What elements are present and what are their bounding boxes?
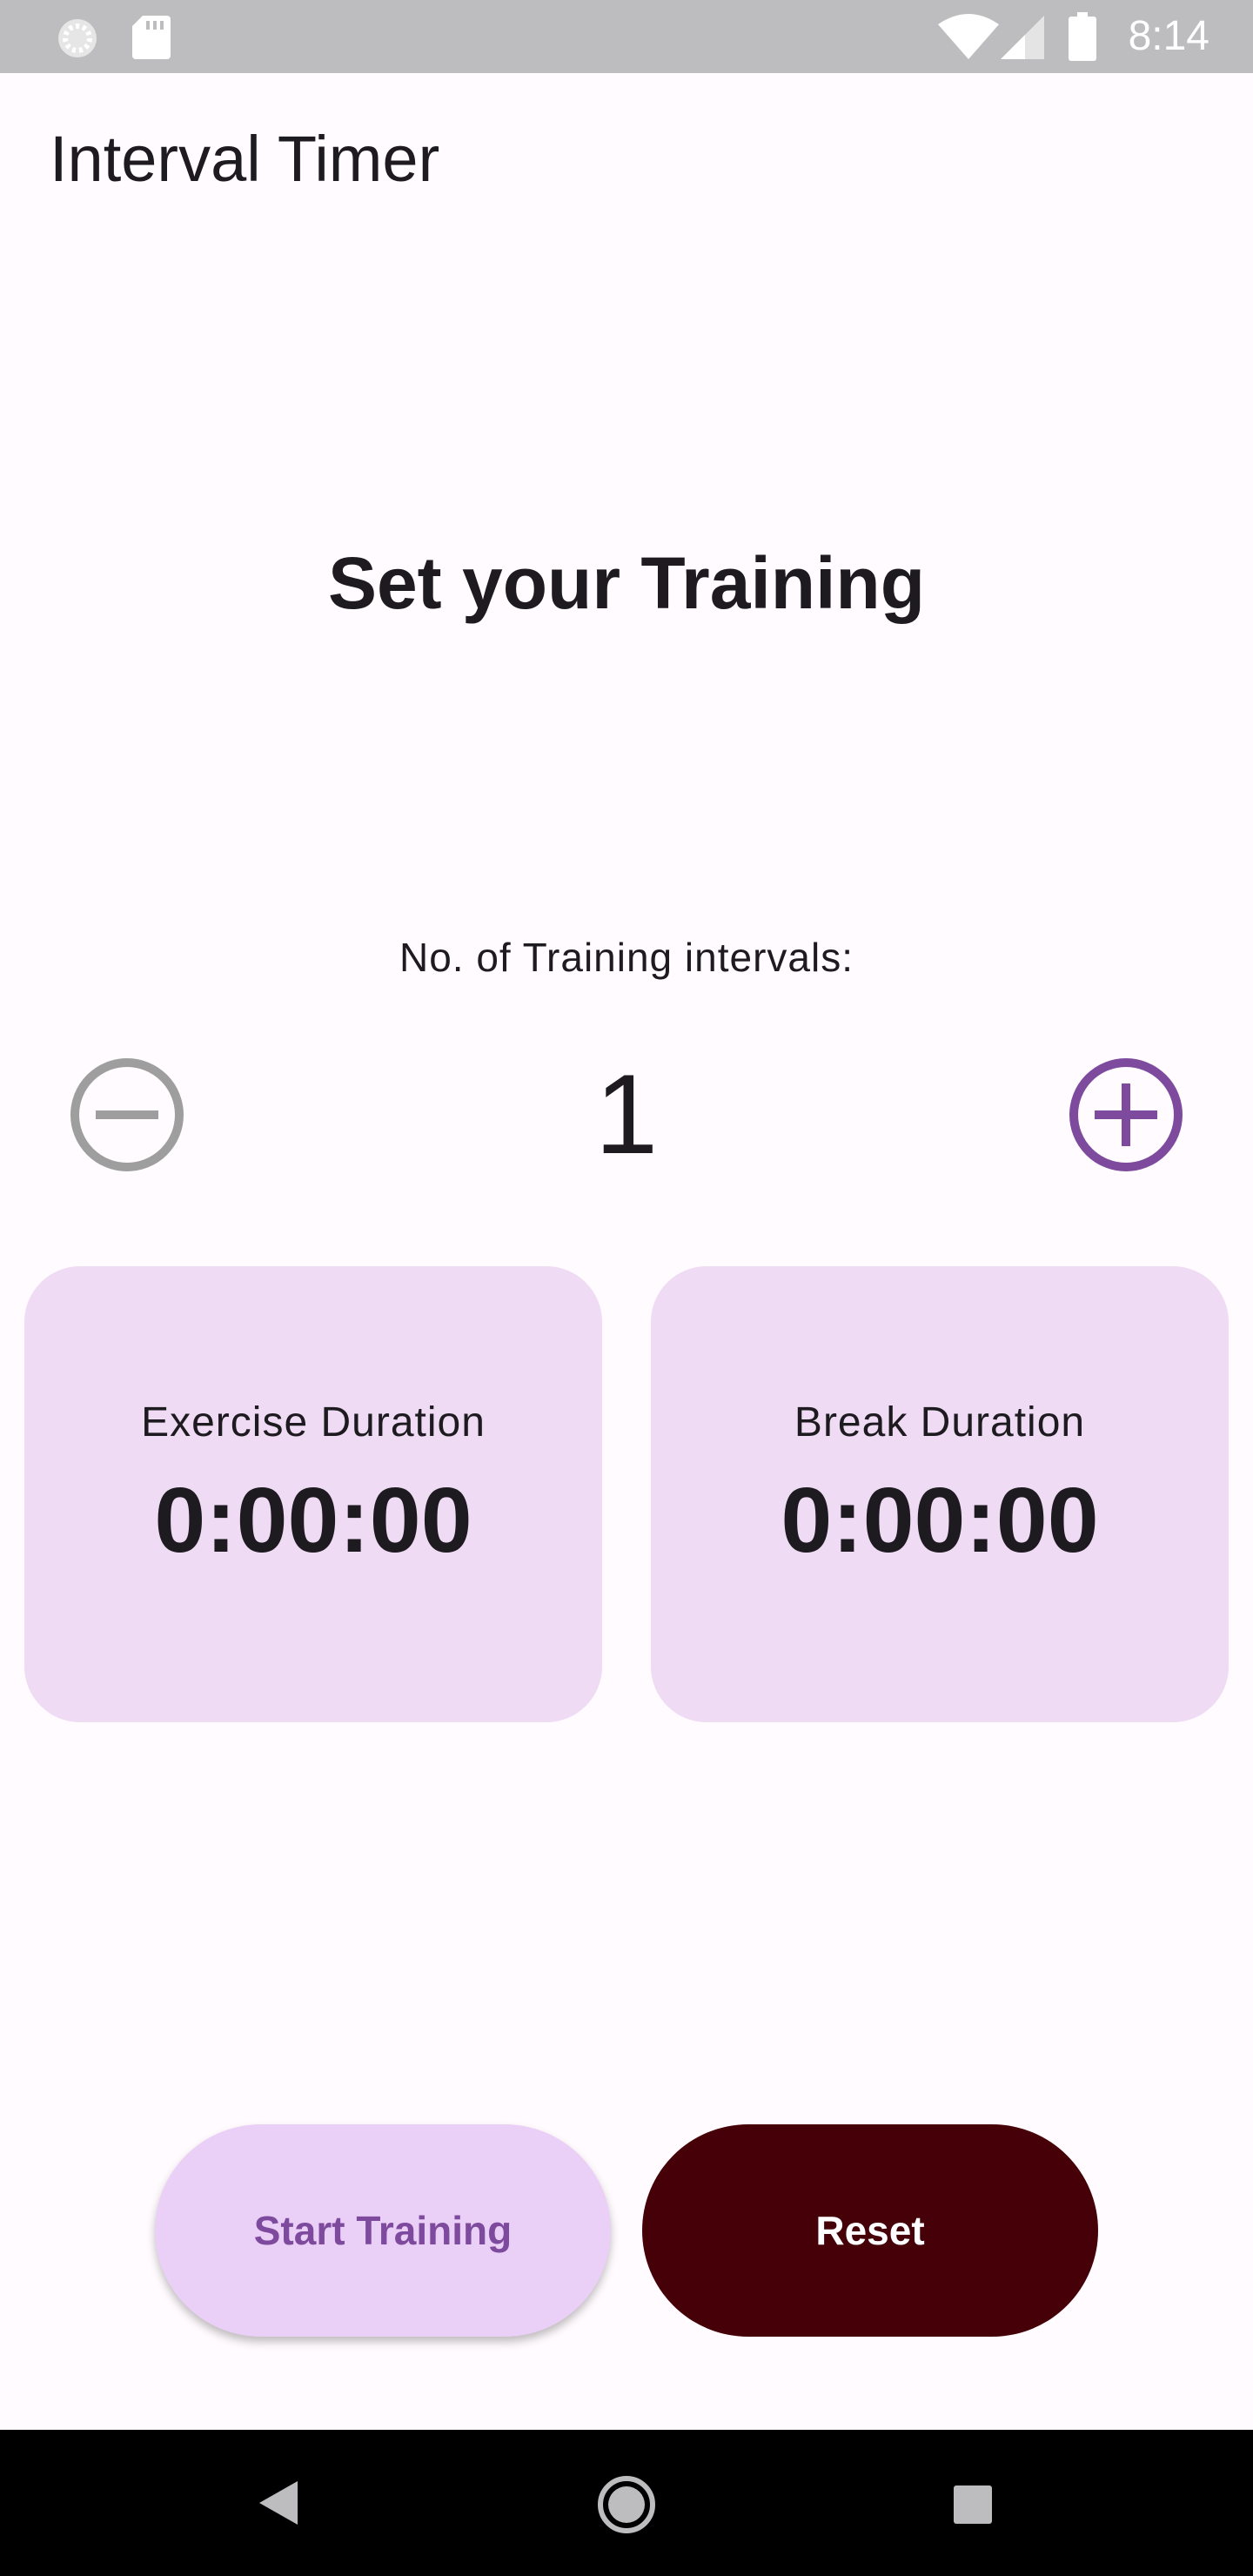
- break-duration-card[interactable]: Break Duration 0:00:00: [651, 1266, 1229, 1722]
- interval-count: 1: [594, 1050, 659, 1177]
- page-heading: Set your Training: [327, 542, 926, 624]
- exercise-duration-value: 0:00:00: [154, 1469, 472, 1572]
- break-duration-label: Break Duration: [794, 1399, 1086, 1446]
- increment-button[interactable]: [1067, 1056, 1185, 1174]
- back-icon[interactable]: [258, 2479, 299, 2526]
- intervals-label: No. of Training intervals:: [399, 935, 854, 980]
- reset-button[interactable]: Reset: [642, 2124, 1098, 2337]
- signal-icon: [1001, 16, 1044, 59]
- recents-icon[interactable]: [954, 2485, 992, 2524]
- plus-circle-icon: [1069, 1058, 1183, 1171]
- status-bar: 8:14: [0, 0, 1253, 73]
- status-time: 8:14: [1128, 13, 1209, 59]
- minus-circle-icon: [70, 1058, 184, 1171]
- exercise-duration-label: Exercise Duration: [141, 1399, 486, 1446]
- sd-card-icon: [132, 16, 171, 59]
- navigation-bar: [0, 2430, 1253, 2576]
- battery-icon: [1069, 12, 1096, 61]
- exercise-duration-card[interactable]: Exercise Duration 0:00:00: [24, 1266, 602, 1722]
- home-icon[interactable]: [597, 2475, 656, 2534]
- wifi-icon: [938, 14, 999, 59]
- decrement-button[interactable]: [68, 1056, 186, 1174]
- loading-icon: [58, 19, 97, 57]
- start-training-button[interactable]: Start Training: [155, 2124, 611, 2337]
- app-title: Interval Timer: [50, 123, 440, 195]
- break-duration-value: 0:00:00: [781, 1469, 1099, 1572]
